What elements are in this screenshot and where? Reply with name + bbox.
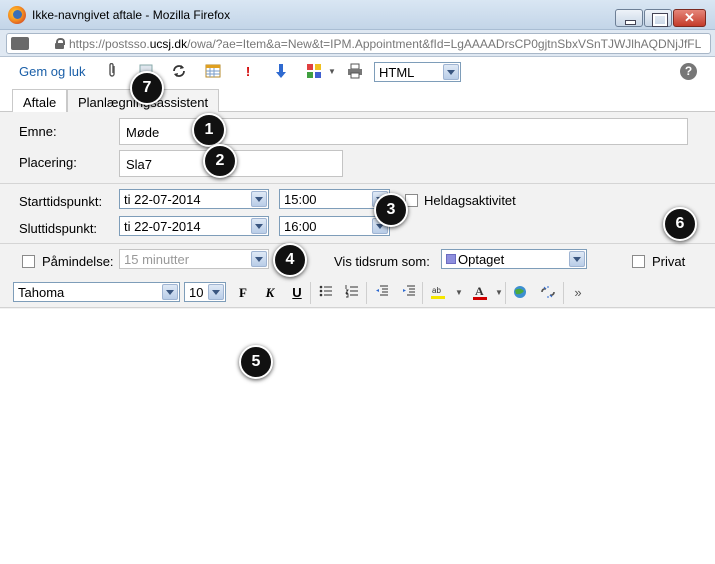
minimize-button[interactable] [615,9,643,27]
location-label: Placering: [19,155,77,170]
url-field[interactable]: https://postsso.ucsj.dk/owa/?ae=Item&a=N… [6,33,711,54]
formatting-toolbar: Tahoma 10 F K U ab ▼ A ▼ » [0,278,715,308]
print-icon[interactable] [347,63,363,79]
callout-marker: 7 [130,71,164,105]
end-time-select[interactable]: 16:00 [279,216,390,236]
chevron-down-icon [208,284,224,300]
end-date-select[interactable]: ti 22-07-2014 [119,216,269,236]
subject-label: Emne: [19,124,57,139]
callout-marker: 4 [273,243,307,277]
close-window-button[interactable] [673,9,706,27]
message-body-editor[interactable] [0,309,715,564]
toolbar-separator [366,282,367,304]
reminder-label: Påmindelse: [42,254,114,269]
chevron-down-icon [162,284,178,300]
importance-low-icon[interactable] [273,63,289,79]
toolbar-separator [422,282,423,304]
callout-marker: 1 [192,113,226,147]
svg-text:ab: ab [432,286,441,295]
recurrence-icon[interactable] [171,63,187,79]
numbered-list-icon[interactable] [344,284,360,302]
divider [0,183,715,184]
paperclip-icon[interactable] [104,63,120,79]
highlight-icon[interactable]: ab [430,284,446,302]
categories-icon[interactable] [306,63,322,79]
show-as-label: Vis tidsrum som: [334,254,430,269]
calendar-grid-icon[interactable] [205,63,221,79]
insert-link-icon[interactable] [512,284,528,302]
address-bar: https://postsso.ucsj.dk/owa/?ae=Item&a=N… [0,30,715,57]
tab-appointment[interactable]: Aftale [12,89,68,114]
url-text: https://postsso.ucsj.dk/owa/?ae=Item&a=N… [69,37,702,51]
bullet-list-icon[interactable] [318,284,334,302]
font-family-select[interactable]: Tahoma [13,282,180,302]
start-label: Starttidspunkt: [19,194,103,209]
svg-text:A: A [475,284,484,298]
reminder-checkbox[interactable] [22,255,35,268]
lock-icon [55,38,65,49]
callout-marker: 2 [203,144,237,178]
increase-indent-icon[interactable] [401,284,417,302]
show-as-select[interactable]: Optaget [441,249,587,269]
end-label: Sluttidspunkt: [19,221,98,236]
allday-label: Heldagsaktivitet [424,193,516,208]
font-color-icon[interactable]: A [472,284,488,302]
decrease-indent-icon[interactable] [374,284,390,302]
underline-button[interactable]: U [289,284,305,302]
window-titlebar: Ikke-navngivet aftale - Mozilla Firefox [0,0,715,30]
chevron-down-icon [251,218,267,234]
importance-high-icon[interactable]: ! [240,63,256,79]
help-icon[interactable]: ? [680,63,697,80]
appointment-toolbar: Gem og luk ! ▼ HTML [0,58,715,86]
callout-marker: 5 [239,345,273,379]
bold-button[interactable]: F [235,284,251,302]
window-title: Ikke-navngivet aftale - Mozilla Firefox [32,8,231,22]
chevron-down-icon [443,64,459,80]
maximize-button[interactable] [644,9,672,27]
divider [0,243,715,244]
categories-dropdown-icon[interactable]: ▼ [324,63,340,79]
italic-button[interactable]: K [262,284,278,302]
private-label: Privat [652,254,686,269]
site-identity-icon[interactable] [11,37,29,50]
start-date-select[interactable]: ti 22-07-2014 [119,189,269,209]
format-select[interactable]: HTML [374,62,461,82]
save-close-button[interactable]: Gem og luk [19,64,85,79]
toolbar-separator [310,282,311,304]
firefox-logo-icon [8,6,26,24]
remove-link-icon[interactable] [540,284,556,302]
highlight-dropdown-icon[interactable]: ▼ [451,284,467,302]
tab-strip: Aftale Planlægningsassistent [0,86,715,114]
toolbar-separator [563,282,564,304]
private-checkbox[interactable] [632,255,645,268]
chevron-down-icon [251,251,267,267]
callout-marker: 3 [374,193,408,227]
callout-marker: 6 [663,207,697,241]
busy-color-swatch [446,254,456,264]
reminder-select[interactable]: 15 minutter [119,249,269,269]
toolbar-separator [505,282,506,304]
chevron-down-icon [569,251,585,267]
font-size-select[interactable]: 10 [184,282,226,302]
more-options-icon[interactable]: » [570,284,586,302]
chevron-down-icon [251,191,267,207]
